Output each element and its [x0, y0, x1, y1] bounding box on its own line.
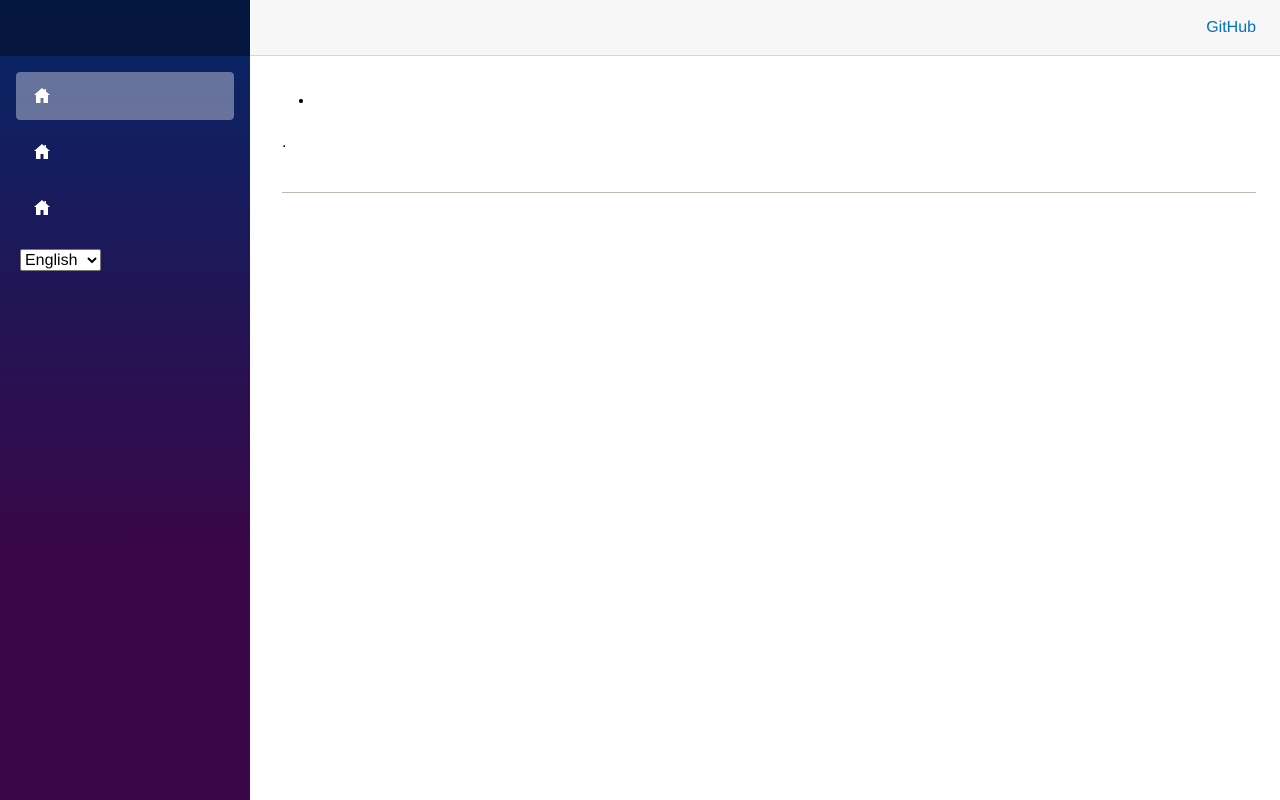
content-divider	[282, 192, 1256, 193]
sidebar-item-home-2[interactable]	[16, 128, 234, 176]
sidebar: English	[0, 0, 250, 800]
top-row: GitHub	[250, 0, 1280, 56]
home-icon	[32, 86, 52, 106]
sidebar-nav	[16, 72, 234, 240]
sidebar-brand-bar	[0, 0, 250, 56]
sidebar-item-home-1[interactable]	[16, 72, 234, 120]
home-icon	[32, 198, 52, 218]
app-root: English GitHub .	[0, 0, 1280, 800]
github-link[interactable]: GitHub	[1206, 19, 1256, 37]
main-content: .	[282, 56, 1256, 193]
home-icon	[32, 142, 52, 162]
content-paragraph: .	[282, 134, 287, 151]
language-select[interactable]: English	[20, 249, 101, 271]
content-list	[282, 92, 1256, 110]
list-item	[314, 92, 1256, 110]
sidebar-item-home-3[interactable]	[16, 184, 234, 232]
